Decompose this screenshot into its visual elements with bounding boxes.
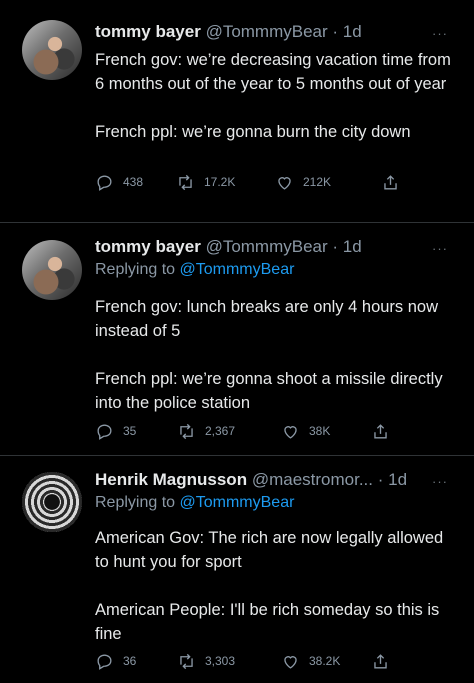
tweet-line: French ppl: we’re gonna burn the city do…: [95, 123, 411, 141]
tweet-text: French gov: lunch breaks are only 4 hour…: [95, 295, 455, 415]
reply-icon: [97, 423, 112, 440]
tweet-header: tommy bayer @TommmyBear · 1d: [95, 237, 362, 257]
replying-label: Replying to: [95, 494, 180, 511]
reply-count: 35: [123, 424, 137, 438]
like-button[interactable]: 38K: [281, 420, 330, 442]
reply-button[interactable]: 36: [95, 650, 136, 672]
tweet-actions: 438 17.2K 212K: [95, 171, 455, 193]
more-options-icon[interactable]: ···: [432, 241, 448, 256]
user-handle[interactable]: @TommmyBear: [206, 22, 328, 41]
reply-count: 438: [123, 175, 144, 189]
more-options-icon[interactable]: ···: [432, 26, 448, 41]
replying-label: Replying to: [95, 261, 180, 278]
avatar[interactable]: [22, 472, 82, 532]
share-icon: [384, 174, 397, 190]
replying-to: Replying to @TommmyBear: [95, 261, 294, 279]
retweet-count: 3,303: [205, 654, 236, 668]
timestamp[interactable]: · 1d: [332, 237, 361, 256]
tweet-actions: 35 2,367 38K: [95, 420, 455, 442]
tweet-text: American Gov: The rich are now legally a…: [95, 526, 455, 646]
tweet-line: American Gov: The rich are now legally a…: [95, 529, 444, 571]
tweet-line: French gov: we’re decreasing vacation ti…: [95, 51, 451, 93]
heart-icon: [278, 176, 291, 190]
share-button[interactable]: [381, 171, 409, 193]
share-button[interactable]: [371, 420, 399, 442]
display-name[interactable]: Henrik Magnusson: [95, 470, 247, 489]
display-name[interactable]: tommy bayer: [95, 22, 201, 41]
tweet-3[interactable]: Henrik Magnusson @maestromor... · 1d ···…: [0, 456, 474, 683]
reply-icon: [97, 174, 112, 191]
tweet-line: French gov: lunch breaks are only 4 hour…: [95, 298, 439, 340]
tweet-header: tommy bayer @TommmyBear · 1d: [95, 22, 362, 42]
retweet-count: 17.2K: [204, 175, 236, 189]
replying-handle-link[interactable]: @TommmyBear: [180, 261, 295, 278]
timestamp[interactable]: · 1d: [332, 22, 361, 41]
heart-icon: [284, 425, 297, 439]
retweet-icon: [179, 174, 192, 190]
retweet-icon: [180, 653, 193, 669]
more-options-icon[interactable]: ···: [432, 474, 448, 489]
like-count: 38K: [309, 424, 331, 438]
user-handle[interactable]: @maestromor...: [252, 470, 373, 489]
tweet-text: French gov: we’re decreasing vacation ti…: [95, 48, 455, 144]
share-icon: [374, 653, 387, 669]
like-button[interactable]: 212K: [275, 171, 331, 193]
tweet-2[interactable]: tommy bayer @TommmyBear · 1d ··· Replyin…: [0, 223, 474, 455]
tweet-actions: 36 3,303 38.2K: [95, 650, 455, 672]
reply-button[interactable]: 35: [95, 420, 136, 442]
tweet-1[interactable]: tommy bayer @TommmyBear · 1d ··· French …: [0, 0, 474, 222]
like-button[interactable]: 38.2K: [281, 650, 340, 672]
display-name[interactable]: tommy bayer: [95, 237, 201, 256]
like-count: 212K: [303, 175, 332, 189]
retweet-count: 2,367: [205, 424, 236, 438]
share-icon: [374, 423, 387, 439]
retweet-button[interactable]: 3,303: [177, 650, 235, 672]
avatar[interactable]: [22, 20, 82, 80]
user-handle[interactable]: @TommmyBear: [206, 237, 328, 256]
reply-button[interactable]: 438: [95, 171, 143, 193]
heart-icon: [284, 655, 297, 669]
retweet-button[interactable]: 2,367: [177, 420, 235, 442]
tweet-line: American People: I'll be rich someday so…: [95, 601, 440, 643]
replying-to: Replying to @TommmyBear: [95, 494, 294, 512]
tweet-line: French ppl: we’re gonna shoot a missile …: [95, 370, 443, 412]
reply-icon: [97, 653, 112, 670]
share-button[interactable]: [371, 650, 399, 672]
avatar[interactable]: [22, 240, 82, 300]
replying-handle-link[interactable]: @TommmyBear: [180, 494, 295, 511]
retweet-icon: [180, 423, 193, 439]
reply-count: 36: [123, 654, 137, 668]
tweet-header: Henrik Magnusson @maestromor... · 1d: [95, 470, 407, 490]
like-count: 38.2K: [309, 654, 341, 668]
retweet-button[interactable]: 17.2K: [176, 171, 235, 193]
timestamp[interactable]: · 1d: [378, 470, 407, 489]
